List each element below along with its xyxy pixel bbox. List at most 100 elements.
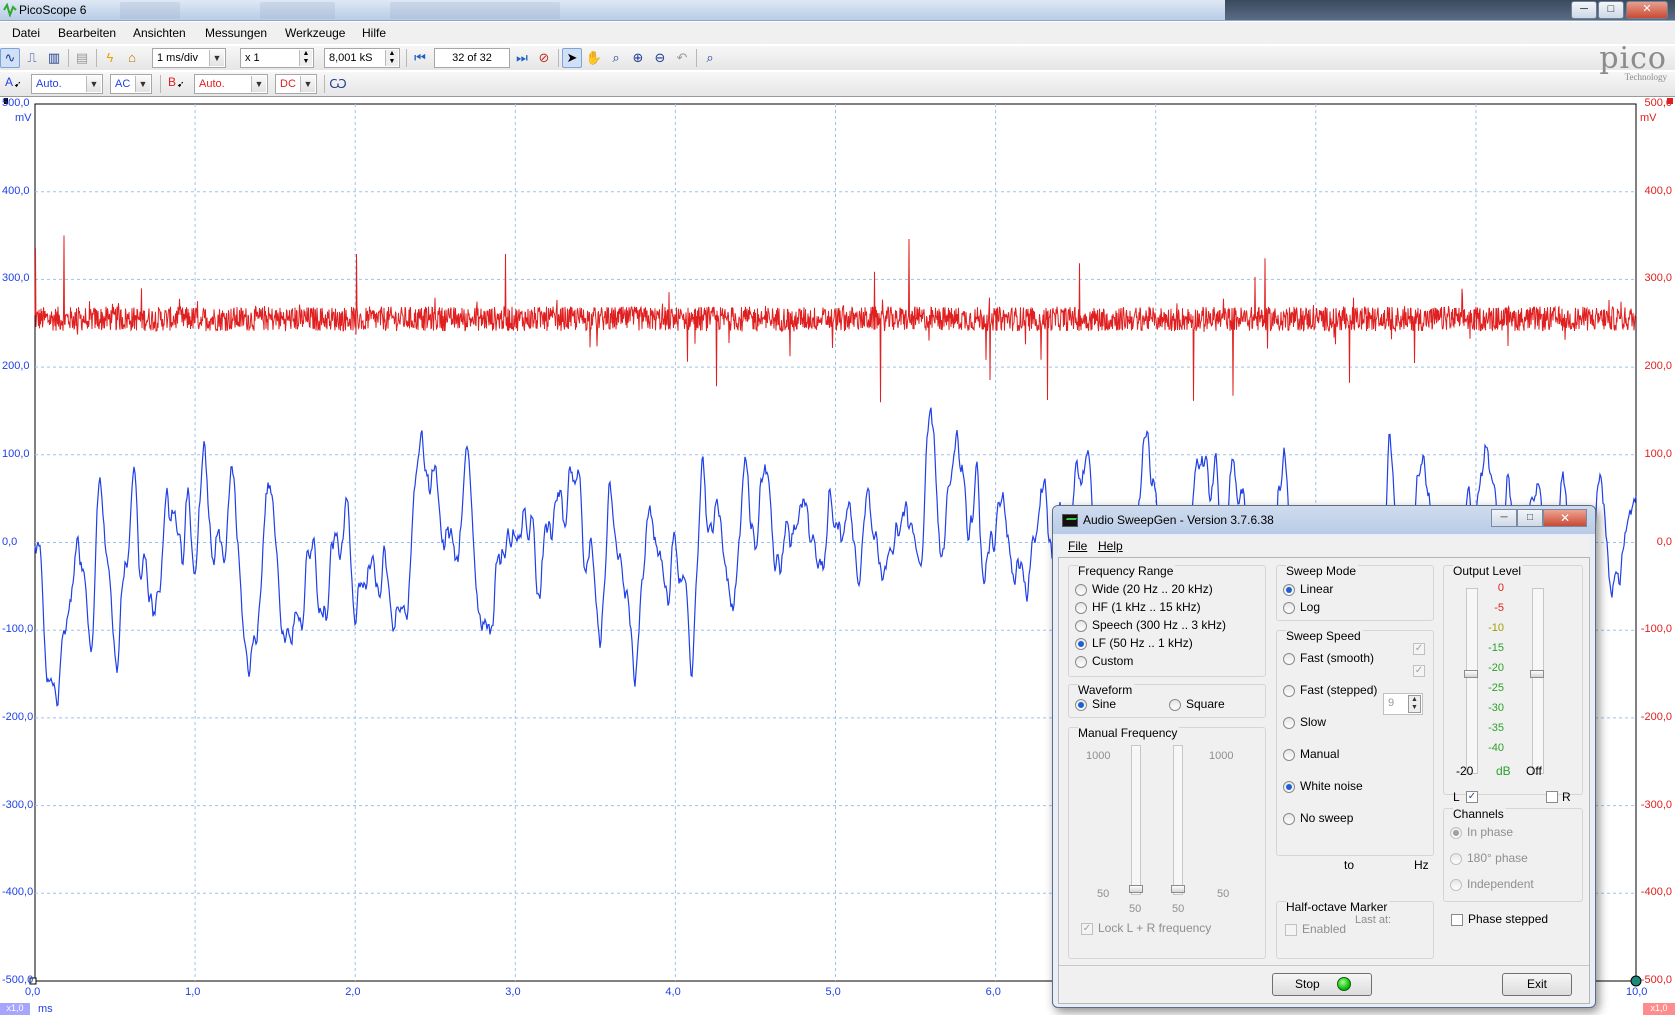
dialog-minimize-button[interactable]: ─ (1491, 509, 1517, 527)
dialog-menu-help[interactable]: Help (1098, 539, 1123, 553)
freq-slider-left-track[interactable] (1131, 745, 1141, 895)
next-buffer-icon[interactable]: ⏭ (512, 48, 532, 68)
zoom-select[interactable]: x 1 ▲ ▼ (240, 48, 314, 68)
output-slider-left-track[interactable] (1466, 588, 1478, 774)
zoom-out-icon[interactable]: ⊖ (650, 48, 670, 68)
channel-r-checkbox[interactable] (1546, 791, 1558, 803)
half-octave-enabled-checkbox[interactable] (1285, 924, 1297, 936)
radio-fast-stepped[interactable] (1283, 685, 1295, 697)
output-slider-right-track[interactable] (1532, 588, 1544, 774)
option-independent[interactable]: Independent (1467, 877, 1534, 891)
radio-manual[interactable] (1283, 749, 1295, 761)
option-linear[interactable]: Linear (1300, 582, 1333, 596)
dialog-close-button[interactable]: ✕ (1543, 509, 1587, 527)
freq-slider-right-thumb[interactable] (1171, 885, 1185, 893)
menu-werkzeuge[interactable]: Werkzeuge (285, 26, 345, 40)
menu-ansichten[interactable]: Ansichten (133, 26, 186, 40)
buffer-field[interactable]: 32 of 32 (434, 48, 510, 68)
signal-generator-icon[interactable]: Ѡ (328, 74, 348, 94)
radio-independent[interactable] (1450, 879, 1462, 891)
fast-smooth-checkbox[interactable]: ✓ (1413, 643, 1425, 655)
timebase-select[interactable]: 1 ms/div ▼ (152, 48, 226, 68)
output-slider-left-thumb[interactable] (1464, 670, 1478, 678)
radio-speech[interactable] (1075, 620, 1087, 632)
radio-no-sweep[interactable] (1283, 813, 1295, 825)
option-in-phase[interactable]: In phase (1467, 825, 1513, 839)
minimize-button[interactable]: ─ (1571, 1, 1597, 19)
radio-log[interactable] (1283, 602, 1295, 614)
output-slider-right-thumb[interactable] (1530, 670, 1544, 678)
channel-b-range-select[interactable]: Auto. ▼ (194, 74, 268, 94)
option-sine[interactable]: Sine (1092, 697, 1116, 711)
navigator-icon[interactable]: ⊘ (534, 48, 554, 68)
pointer-icon[interactable]: ➤ (562, 48, 582, 68)
option-180-phase[interactable]: 180° phase (1467, 851, 1528, 865)
lock-lr-checkbox[interactable]: ✓ (1081, 923, 1093, 935)
spectrum-mode-icon[interactable]: ▥ (44, 48, 64, 68)
radio-fast-smooth[interactable] (1283, 653, 1295, 665)
radio-hf[interactable] (1075, 602, 1087, 614)
option-manual[interactable]: Manual (1300, 747, 1339, 761)
channel-b-coupling-select[interactable]: DC ▼ (275, 74, 317, 94)
dialog-maximize-button[interactable]: □ (1517, 509, 1543, 527)
step-count-spinner[interactable]: 9 ▲ ▼ (1383, 693, 1423, 715)
menu-datei[interactable]: Datei (12, 26, 40, 40)
option-log[interactable]: Log (1300, 600, 1320, 614)
zoom-fit-icon[interactable]: ⌕ (700, 48, 720, 68)
radio-slow[interactable] (1283, 717, 1295, 729)
radio-in-phase[interactable] (1450, 827, 1462, 839)
menu-bearbeiten[interactable]: Bearbeiten (58, 26, 116, 40)
freq-slider-left-thumb[interactable] (1129, 885, 1143, 893)
phase-stepped-checkbox[interactable] (1451, 914, 1463, 926)
channel-l-checkbox[interactable]: ✓ (1466, 791, 1478, 803)
hand-icon[interactable]: ✋ (584, 48, 604, 68)
menu-hilfe[interactable]: Hilfe (362, 26, 386, 40)
persistence-mode-icon[interactable]: ⎍ (22, 48, 42, 68)
option-fast-stepped[interactable]: Fast (stepped) (1300, 683, 1377, 697)
option-speech[interactable]: Speech (300 Hz .. 3 kHz) (1092, 618, 1226, 632)
radio-180-phase[interactable] (1450, 853, 1462, 865)
x-unit: ms (38, 1003, 53, 1015)
channel-b-label[interactable]: B (168, 75, 176, 89)
radio-sine[interactable] (1075, 699, 1087, 711)
maximize-button[interactable]: □ (1598, 1, 1624, 19)
zoom-icon[interactable]: ⌕ (606, 48, 626, 68)
option-lf[interactable]: LF (50 Hz .. 1 kHz) (1092, 636, 1193, 650)
option-square[interactable]: Square (1186, 697, 1225, 711)
radio-custom[interactable] (1075, 656, 1087, 668)
undo-zoom-icon[interactable]: ↶ (672, 48, 692, 68)
fast-stepped-checkbox[interactable]: ✓ (1413, 665, 1425, 677)
radio-square[interactable] (1169, 699, 1181, 711)
channel-a-label[interactable]: A (5, 75, 13, 89)
option-custom[interactable]: Custom (1092, 654, 1133, 668)
radio-wide[interactable] (1075, 584, 1087, 596)
sweep-mode-group: Sweep Mode Linear Log (1276, 564, 1434, 621)
stop-button[interactable]: Stop (1272, 973, 1372, 996)
exit-button[interactable]: Exit (1502, 973, 1572, 996)
phase-stepped-label[interactable]: Phase stepped (1468, 912, 1548, 926)
bar-graph-icon[interactable]: ▤ (72, 48, 92, 68)
option-slow[interactable]: Slow (1300, 715, 1326, 729)
scope-mode-icon[interactable]: ∿ (0, 48, 20, 68)
y-tick-label-right: 300,0 (1644, 272, 1672, 285)
option-fast-smooth[interactable]: Fast (smooth) (1300, 651, 1374, 665)
close-button[interactable]: ✕ (1626, 1, 1668, 19)
freq-slider-right-track[interactable] (1173, 745, 1183, 895)
channel-a-coupling-select[interactable]: AC ▼ (110, 74, 152, 94)
samples-select[interactable]: 8,001 kS ▲ ▼ (324, 48, 400, 68)
radio-lf[interactable] (1075, 638, 1087, 650)
samples-value: 8,001 kS (329, 52, 373, 64)
option-no-sweep[interactable]: No sweep (1300, 811, 1353, 825)
dialog-menu-file[interactable]: File (1068, 539, 1087, 553)
channel-a-range-select[interactable]: Auto. ▼ (31, 74, 103, 94)
lightning-icon[interactable]: ϟ (100, 48, 120, 68)
radio-white-noise[interactable] (1283, 781, 1295, 793)
first-buffer-icon[interactable]: ⏮ (410, 48, 430, 68)
option-wide[interactable]: Wide (20 Hz .. 20 kHz) (1092, 582, 1213, 596)
option-white-noise[interactable]: White noise (1300, 779, 1363, 793)
zoom-in-icon[interactable]: ⊕ (628, 48, 648, 68)
option-hf[interactable]: HF (1 kHz .. 15 kHz) (1092, 600, 1201, 614)
menu-messungen[interactable]: Messungen (205, 26, 267, 40)
radio-linear[interactable] (1283, 584, 1295, 596)
home-icon[interactable]: ⌂ (122, 48, 142, 68)
